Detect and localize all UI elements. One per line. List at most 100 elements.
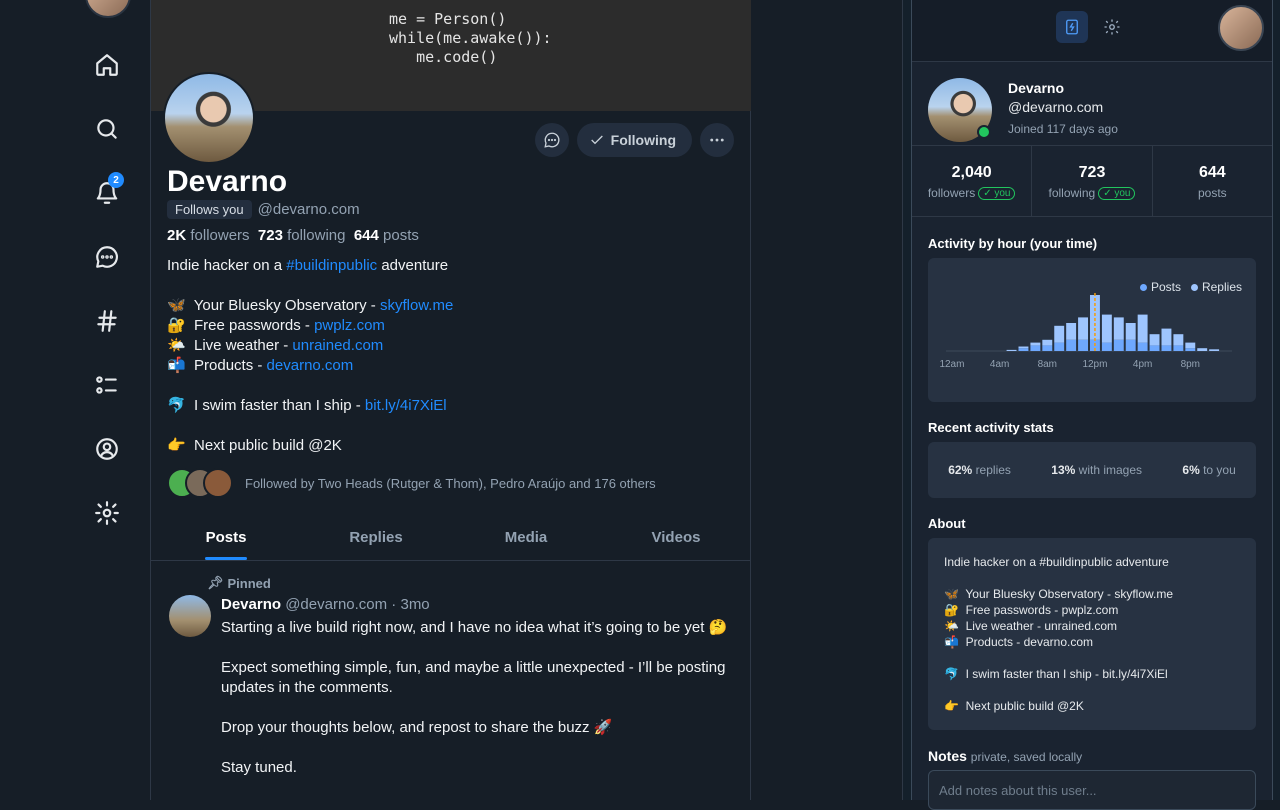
bio-link[interactable]: pwplz.com xyxy=(314,317,385,334)
notes-input[interactable] xyxy=(928,770,1256,810)
stat-to-you-value: 6% xyxy=(1182,463,1200,477)
bar-posts-10 xyxy=(1066,339,1077,351)
bio-text: 🌤️ Live weather - xyxy=(167,337,293,354)
bar-replies-11 xyxy=(1078,317,1088,340)
bio-line: 🐬 I swim faster than I ship - bit.ly/4i7… xyxy=(167,396,453,416)
about-text: Indie hacker on a #buildinpublic adventu… xyxy=(944,555,1174,713)
bio-text: 🐬 I swim faster than I ship - xyxy=(167,397,365,414)
bar-posts-14 xyxy=(1113,339,1124,351)
bio-text: 🦋 Your Bluesky Observatory - xyxy=(167,297,380,314)
gutter xyxy=(752,0,901,800)
bio-link[interactable]: skyflow.me xyxy=(380,297,453,314)
bar-replies-22 xyxy=(1209,349,1220,351)
activity-chart-card: Posts Replies 12am 4am 8am 12pm 4pm 8pm xyxy=(928,258,1256,402)
stat-posts: 644 posts xyxy=(1153,146,1272,216)
bar-posts-18 xyxy=(1161,345,1172,351)
message-button[interactable] xyxy=(534,123,569,157)
following-button[interactable]: Following xyxy=(576,123,692,157)
home-icon[interactable] xyxy=(92,50,122,80)
ellipsis-icon xyxy=(710,138,724,142)
following-label[interactable]: following xyxy=(287,227,345,244)
bio-text: 👉 Next public build @2K xyxy=(167,437,342,454)
bar-posts-13 xyxy=(1101,342,1112,351)
known-followers-avatars xyxy=(167,468,233,498)
post-author-avatar[interactable] xyxy=(169,595,211,637)
stat-posts-label: posts xyxy=(1197,186,1227,200)
bio-text: adventure xyxy=(377,257,449,274)
bio-link[interactable]: devarno.com xyxy=(267,357,354,374)
lists-icon[interactable] xyxy=(92,370,122,400)
stat-following: 723 following ✓ you xyxy=(1032,146,1153,216)
tab-replies[interactable]: Replies xyxy=(301,517,451,560)
panel-settings-button[interactable] xyxy=(1096,11,1128,43)
message-icon xyxy=(544,132,560,148)
stat-images-label: with images xyxy=(1078,463,1143,477)
settings-icon[interactable] xyxy=(92,498,122,528)
stat-to-you: 6% to you xyxy=(1182,463,1235,477)
hashtag-icon[interactable] xyxy=(92,306,122,336)
tab-posts[interactable]: Posts xyxy=(151,517,301,560)
legend-replies: Replies xyxy=(1201,280,1242,294)
bio-line xyxy=(167,416,453,436)
followers-count[interactable]: 2K xyxy=(167,227,186,244)
tab-videos[interactable]: Videos xyxy=(601,517,751,560)
profile-counts: 2K followers 723 following 644 posts xyxy=(167,227,419,244)
post-author-name[interactable]: Devarno xyxy=(221,596,281,613)
bio-line: 🔐 Free passwords - pwplz.com xyxy=(167,316,453,336)
tick-label: 4pm xyxy=(1133,359,1152,370)
bio-line: Indie hacker on a #buildinpublic adventu… xyxy=(167,256,453,276)
about-card: Indie hacker on a #buildinpublic adventu… xyxy=(928,538,1256,730)
post-meta: @devarno.com · 3mo xyxy=(285,596,430,613)
bar-replies-14 xyxy=(1113,317,1124,340)
stat-following-num: 723 xyxy=(1078,164,1106,181)
profile-icon[interactable] xyxy=(92,434,122,464)
notes-label: Notes private, saved locally xyxy=(928,748,1082,764)
recent-stats-row: 62% replies 13% with images 6% to you xyxy=(928,442,1256,498)
bar-posts-6 xyxy=(1018,348,1029,351)
tick-label: 8pm xyxy=(1181,359,1200,370)
panel-stats: 2,040 followers ✓ you 723 following ✓ you … xyxy=(912,145,1272,217)
more-options-button[interactable] xyxy=(700,123,734,157)
bar-posts-11 xyxy=(1078,339,1088,351)
panel-joined: Joined 117 days ago xyxy=(1008,122,1118,136)
tick-label: 12am xyxy=(939,359,964,370)
followers-label[interactable]: followers xyxy=(190,227,249,244)
stat-replies-label: replies xyxy=(975,463,1011,477)
profile-avatar[interactable] xyxy=(163,72,255,164)
panel-user-avatar[interactable] xyxy=(1218,5,1264,51)
search-icon[interactable] xyxy=(92,114,122,144)
profile-name: Devarno xyxy=(167,165,288,198)
bar-posts-16 xyxy=(1137,342,1148,351)
bar-posts-9 xyxy=(1054,342,1065,351)
lightning-icon xyxy=(1066,19,1078,35)
following-count[interactable]: 723 xyxy=(258,227,283,244)
bar-replies-10 xyxy=(1066,323,1077,340)
bar-replies-16 xyxy=(1137,314,1148,343)
tab-media[interactable]: Media xyxy=(451,517,601,560)
user-avatar[interactable] xyxy=(85,0,131,18)
bar-replies-18 xyxy=(1161,328,1172,346)
bar-posts-17 xyxy=(1149,345,1160,351)
bar-replies-5 xyxy=(1006,349,1017,351)
legend-posts-swatch xyxy=(1139,284,1147,291)
chat-icon[interactable] xyxy=(92,242,122,272)
bio-link[interactable]: #buildinpublic xyxy=(286,257,377,274)
notifications-badge: 2 xyxy=(108,172,124,188)
bio-line: 🌤️ Live weather - unrained.com xyxy=(167,336,453,356)
post-body[interactable]: Starting a live build right now, and I h… xyxy=(221,618,741,778)
bio-link[interactable]: unrained.com xyxy=(292,337,383,354)
stat-to-you-label: to you xyxy=(1203,463,1236,477)
bio-link[interactable]: bit.ly/4i7XiEl xyxy=(365,397,447,414)
follows-you-pill: ✓ you xyxy=(978,186,1016,200)
profile-actions: Following xyxy=(534,123,734,157)
bar-replies-6 xyxy=(1018,346,1029,349)
bio-text: Indie hacker on a xyxy=(167,257,287,274)
bar-posts-15 xyxy=(1125,339,1136,351)
panel-toolbar xyxy=(912,0,1272,62)
panel-activity-button[interactable] xyxy=(1056,11,1088,43)
stat-replies-value: 62% xyxy=(948,463,973,477)
bell-icon[interactable]: 2 xyxy=(92,172,124,208)
followed-by-row[interactable]: Followed by Two Heads (Rutger & Thom), P… xyxy=(167,468,656,498)
tick-label: 4am xyxy=(990,359,1009,370)
bar-posts-7 xyxy=(1030,345,1041,351)
